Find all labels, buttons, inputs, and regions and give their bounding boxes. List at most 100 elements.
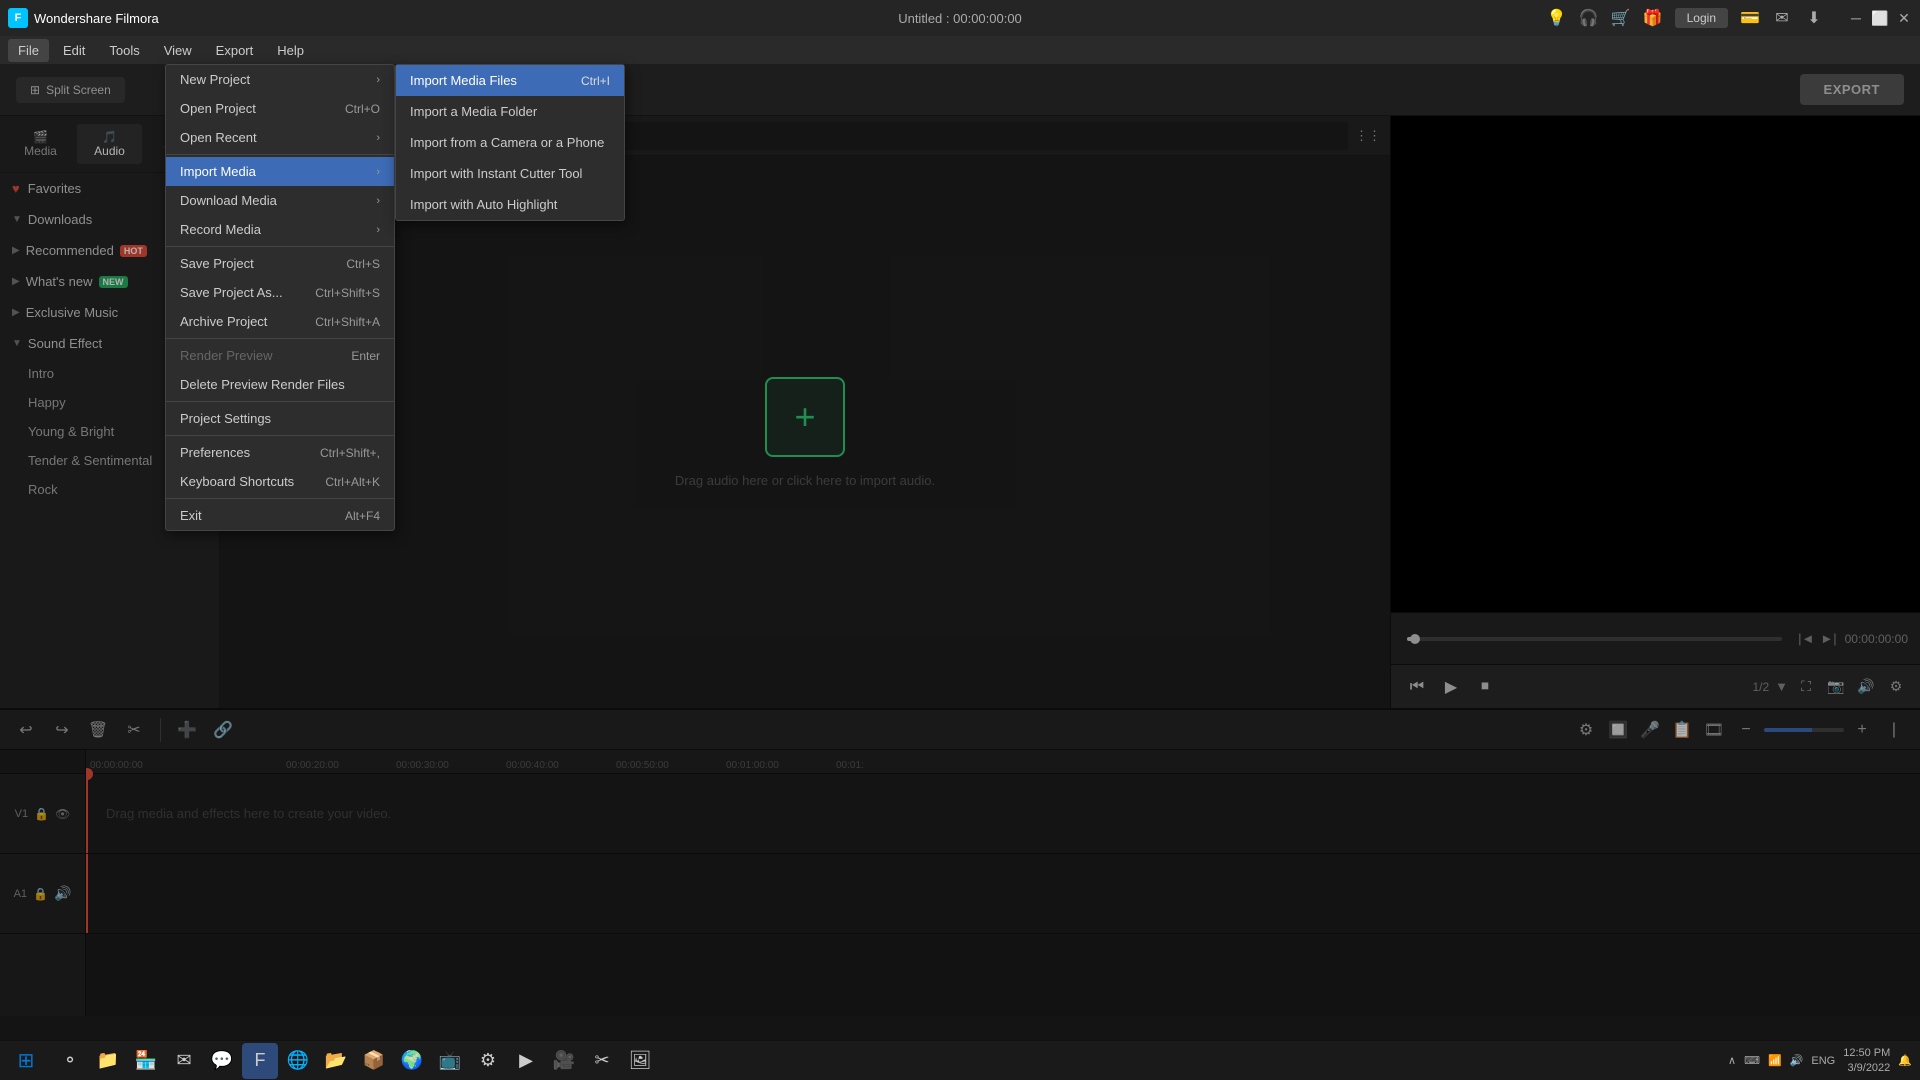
export-button[interactable]: EXPORT <box>1800 74 1904 105</box>
split-screen-button[interactable]: ⊞ Split Screen <box>16 77 125 103</box>
menu-project-settings[interactable]: Project Settings <box>166 404 394 433</box>
filmora-icon: F <box>8 8 28 28</box>
fullscreen-button[interactable]: ⛶ <box>1794 675 1818 699</box>
zoom-in-button[interactable]: + <box>1848 716 1876 744</box>
menu-edit[interactable]: Edit <box>53 39 95 62</box>
menu-save-project[interactable]: Save Project Ctrl+S <box>166 249 394 278</box>
volume-sys-icon[interactable]: 🔊 <box>1790 1054 1804 1067</box>
preview-playback-controls: ⏮ ▶ ⏹ 1/2 ▼ ⛶ 📷 🔊 ⚙ <box>1391 664 1920 708</box>
start-button[interactable]: ⊞ <box>8 1045 44 1077</box>
eye-icon[interactable]: 👁 <box>55 807 70 821</box>
exclusive-music-header-left: ▶ Exclusive Music <box>12 305 118 320</box>
taskbar-teams[interactable]: 💬 <box>204 1043 240 1079</box>
menu-open-recent[interactable]: Open Recent › <box>166 123 394 152</box>
headphones-icon[interactable]: 🎧 <box>1579 8 1599 28</box>
menu-view[interactable]: View <box>154 39 202 62</box>
taskbar-snip[interactable]: ✂ <box>584 1043 620 1079</box>
minimize-button[interactable]: ─ <box>1848 10 1864 26</box>
bulb-icon[interactable]: 💡 <box>1547 8 1567 28</box>
clip-icon[interactable]: 📋 <box>1668 716 1696 744</box>
menu-exit[interactable]: Exit Alt+F4 <box>166 501 394 530</box>
settings-button[interactable]: ⚙ <box>1884 675 1908 699</box>
tab-media[interactable]: 🎬 Media <box>8 124 73 164</box>
menu-import-media[interactable]: Import Media › <box>166 157 394 186</box>
download-icon[interactable]: ⬇ <box>1804 8 1824 28</box>
menu-open-project[interactable]: Open Project Ctrl+O <box>166 94 394 123</box>
taskbar-explorer[interactable]: 📁 <box>90 1043 126 1079</box>
taskbar-extra[interactable]: 🖼 <box>622 1043 658 1079</box>
menu-preferences[interactable]: Preferences Ctrl+Shift+, <box>166 438 394 467</box>
taskbar-mail[interactable]: ✉ <box>166 1043 202 1079</box>
lock-icon[interactable]: 🔒 <box>34 807 49 821</box>
media-tab-label: Media <box>16 144 65 158</box>
close-button[interactable]: ✕ <box>1896 10 1912 26</box>
email-icon[interactable]: ✉ <box>1772 8 1792 28</box>
menu-keyboard-shortcuts[interactable]: Keyboard Shortcuts Ctrl+Alt+K <box>166 467 394 496</box>
divider-3 <box>166 338 394 339</box>
taskbar-search[interactable]: ⚬ <box>52 1043 88 1079</box>
settings-icon[interactable]: ⚙ <box>1572 716 1600 744</box>
menu-file[interactable]: File <box>8 39 49 62</box>
maximize-button[interactable]: ⬜ <box>1872 10 1888 26</box>
menu-export[interactable]: Export <box>206 39 264 62</box>
zoom-slider[interactable] <box>1764 728 1844 732</box>
submenu-import-files[interactable]: Import Media Files Ctrl+I <box>396 65 624 96</box>
timeline-ruler-area: 00:00:00:00 00:00:20:00 00:00:30:00 00:0… <box>86 750 1920 1016</box>
zoom-out-button[interactable]: − <box>1732 716 1760 744</box>
menu-download-media[interactable]: Download Media › <box>166 186 394 215</box>
effects-icon[interactable]: 🎞 <box>1700 716 1728 744</box>
credit-icon[interactable]: 💳 <box>1740 8 1760 28</box>
collapse-button[interactable]: | <box>1880 716 1908 744</box>
taskbar-filmora[interactable]: F <box>242 1043 278 1079</box>
undo-button[interactable]: ↩ <box>12 716 40 744</box>
cut-button[interactable]: ✂ <box>120 716 148 744</box>
audio-mute-icon[interactable]: 🔊 <box>54 885 71 902</box>
taskbar-files[interactable]: 📂 <box>318 1043 354 1079</box>
taskbar-media[interactable]: 📺 <box>432 1043 468 1079</box>
drag-hint: Drag media and effects here to create yo… <box>86 774 1920 853</box>
submenu-import-camera[interactable]: Import from a Camera or a Phone <box>396 127 624 158</box>
submenu-import-instant[interactable]: Import with Instant Cutter Tool <box>396 158 624 189</box>
network-icon[interactable]: 📶 <box>1768 1054 1782 1067</box>
tab-audio[interactable]: 🎵 Audio <box>77 124 142 164</box>
rewind-button[interactable]: ⏮ <box>1403 673 1431 701</box>
preview-progress-bar[interactable] <box>1407 637 1782 641</box>
delete-button[interactable]: 🗑 <box>84 716 112 744</box>
rock-label: Rock <box>28 482 58 497</box>
taskbar-browser[interactable]: 🌍 <box>394 1043 430 1079</box>
play-button[interactable]: ▶ <box>1437 673 1465 701</box>
volume-button[interactable]: 🔊 <box>1854 675 1878 699</box>
snap-icon[interactable]: 🔲 <box>1604 716 1632 744</box>
menu-save-project-as[interactable]: Save Project As... Ctrl+Shift+S <box>166 278 394 307</box>
delete-preview-label: Delete Preview Render Files <box>180 377 345 392</box>
mic-icon[interactable]: 🎤 <box>1636 716 1664 744</box>
taskbar-camtasia[interactable]: 🎥 <box>546 1043 582 1079</box>
stop-button[interactable]: ⏹ <box>1471 673 1499 701</box>
audio-lock-icon[interactable]: 🔒 <box>33 887 48 901</box>
taskbar-dropbox[interactable]: 📦 <box>356 1043 392 1079</box>
menu-help[interactable]: Help <box>267 39 314 62</box>
add-audio-button[interactable]: + <box>765 377 845 457</box>
cart-icon[interactable]: 🛒 <box>1611 8 1631 28</box>
grid-view-button[interactable]: ⋮⋮ <box>1356 124 1380 148</box>
menu-archive-project[interactable]: Archive Project Ctrl+Shift+A <box>166 307 394 336</box>
add-media-button[interactable]: ➕ <box>173 716 201 744</box>
menu-new-project[interactable]: New Project › <box>166 65 394 94</box>
menu-record-media[interactable]: Record Media › <box>166 215 394 244</box>
menu-tools[interactable]: Tools <box>99 39 149 62</box>
taskbar-settings[interactable]: ⚙ <box>470 1043 506 1079</box>
submenu-import-highlight[interactable]: Import with Auto Highlight <box>396 189 624 220</box>
gift-icon[interactable]: 🎁 <box>1643 8 1663 28</box>
screenshot-button[interactable]: 📷 <box>1824 675 1848 699</box>
submenu-import-folder[interactable]: Import a Media Folder <box>396 96 624 127</box>
menu-delete-preview[interactable]: Delete Preview Render Files <box>166 370 394 399</box>
zoom-dropdown-icon[interactable]: ▼ <box>1775 679 1788 694</box>
taskbar-terminal[interactable]: ▶ <box>508 1043 544 1079</box>
redo-button[interactable]: ↪ <box>48 716 76 744</box>
notification-icon[interactable]: 🔔 <box>1898 1054 1912 1067</box>
taskbar-chrome[interactable]: 🌐 <box>280 1043 316 1079</box>
link-button[interactable]: 🔗 <box>209 716 237 744</box>
taskbar-store[interactable]: 🏪 <box>128 1043 164 1079</box>
chevron-up-icon[interactable]: ∧ <box>1728 1054 1736 1067</box>
login-button[interactable]: Login <box>1675 8 1728 28</box>
